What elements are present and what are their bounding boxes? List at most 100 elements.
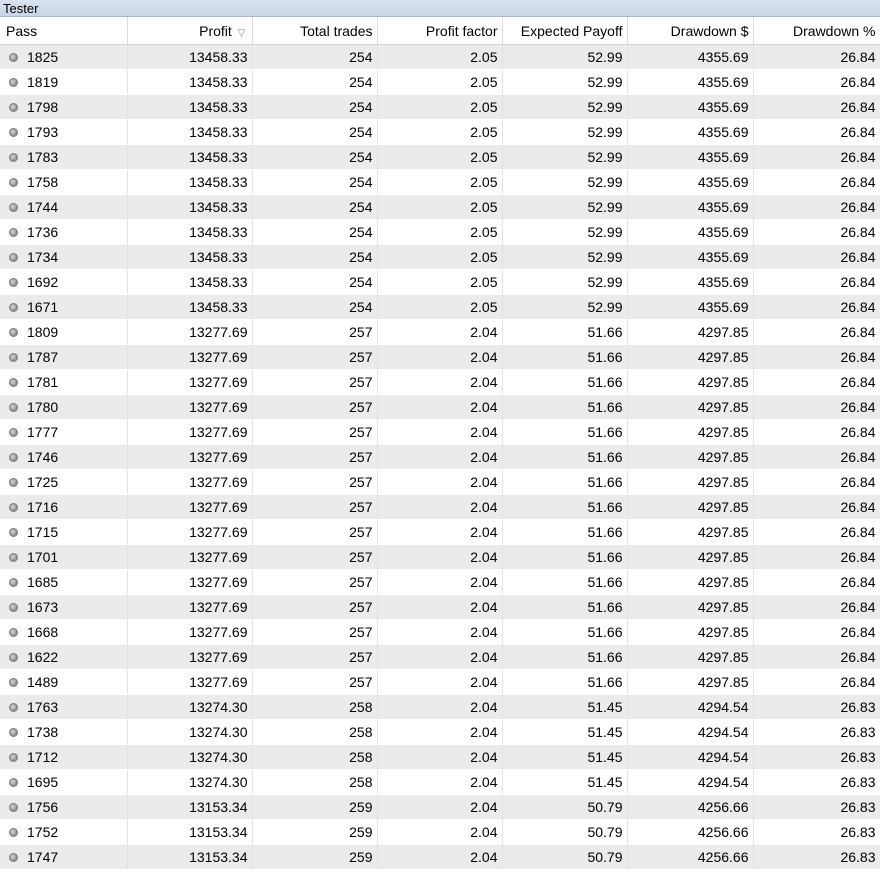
table-row[interactable]: 1622 13277.69 257 2.04 51.66 4297.85 26.84	[0, 644, 880, 670]
expected-payoff-cell: 51.45	[502, 719, 628, 745]
profit-cell: 13458.33	[127, 244, 253, 270]
table-row[interactable]: 1787 13277.69 257 2.04 51.66 4297.85 26.84	[0, 344, 880, 370]
column-header-total-trades[interactable]: Total trades	[252, 17, 378, 45]
table-row[interactable]: 1673 13277.69 257 2.04 51.66 4297.85 26.84	[0, 594, 880, 620]
total-trades-cell: 254	[252, 144, 378, 170]
drawdown-usd-cell: 4355.69	[627, 269, 754, 295]
drawdown-usd-cell: 4355.69	[627, 294, 754, 320]
table-row[interactable]: 1756 13153.34 259 2.04 50.79 4256.66 26.83	[0, 794, 880, 820]
table-row[interactable]: 1668 13277.69 257 2.04 51.66 4297.85 26.84	[0, 619, 880, 645]
table-row[interactable]: 1783 13458.33 254 2.05 52.99 4355.69 26.84	[0, 144, 880, 170]
table-row[interactable]: 1738 13274.30 258 2.04 51.45 4294.54 26.83	[0, 719, 880, 745]
profit-cell: 13153.34	[127, 819, 253, 845]
expected-payoff-cell: 52.99	[502, 94, 628, 120]
pass-cell: 1752	[0, 819, 128, 845]
pass-status-dot-icon	[9, 577, 18, 587]
table-row[interactable]: 1692 13458.33 254 2.05 52.99 4355.69 26.84	[0, 269, 880, 295]
pass-cell: 1671	[0, 294, 128, 320]
profit-cell: 13277.69	[127, 469, 253, 495]
expected-payoff-cell: 51.66	[502, 369, 628, 395]
profit-factor-cell: 2.04	[377, 719, 503, 745]
table-row[interactable]: 1671 13458.33 254 2.05 52.99 4355.69 26.84	[0, 294, 880, 320]
drawdown-usd-cell: 4297.85	[627, 369, 754, 395]
table-row[interactable]: 1734 13458.33 254 2.05 52.99 4355.69 26.84	[0, 244, 880, 270]
column-header-pass[interactable]: Pass	[0, 17, 128, 45]
table-row[interactable]: 1695 13274.30 258 2.04 51.45 4294.54 26.83	[0, 769, 880, 795]
expected-payoff-cell: 52.99	[502, 219, 628, 245]
drawdown-pct-cell: 26.83	[753, 769, 880, 795]
expected-payoff-cell: 51.66	[502, 619, 628, 645]
profit-factor-cell: 2.04	[377, 844, 503, 870]
table-row[interactable]: 1715 13277.69 257 2.04 51.66 4297.85 26.84	[0, 519, 880, 545]
profit-factor-cell: 2.04	[377, 819, 503, 845]
pass-cell: 1695	[0, 769, 128, 795]
pass-cell: 1783	[0, 144, 128, 170]
drawdown-usd-cell: 4297.85	[627, 394, 754, 420]
profit-factor-cell: 2.04	[377, 694, 503, 720]
table-row[interactable]: 1747 13153.34 259 2.04 50.79 4256.66 26.83	[0, 844, 880, 870]
table-row[interactable]: 1777 13277.69 257 2.04 51.66 4297.85 26.84	[0, 419, 880, 445]
drawdown-pct-cell: 26.84	[753, 594, 880, 620]
table-row[interactable]: 1780 13277.69 257 2.04 51.66 4297.85 26.84	[0, 394, 880, 420]
profit-factor-cell: 2.04	[377, 494, 503, 520]
drawdown-usd-cell: 4355.69	[627, 244, 754, 270]
window-title: Tester	[0, 0, 880, 17]
pass-status-dot-icon	[9, 377, 18, 387]
table-row[interactable]: 1716 13277.69 257 2.04 51.66 4297.85 26.84	[0, 494, 880, 520]
column-header-expected-payoff[interactable]: Expected Payoff	[502, 17, 628, 45]
table-row[interactable]: 1744 13458.33 254 2.05 52.99 4355.69 26.84	[0, 194, 880, 220]
pass-cell: 1489	[0, 669, 128, 695]
table-row[interactable]: 1793 13458.33 254 2.05 52.99 4355.69 26.84	[0, 119, 880, 145]
pass-cell: 1701	[0, 544, 128, 570]
table-row[interactable]: 1736 13458.33 254 2.05 52.99 4355.69 26.84	[0, 219, 880, 245]
total-trades-cell: 257	[252, 594, 378, 620]
drawdown-pct-cell: 26.84	[753, 244, 880, 270]
expected-payoff-cell: 51.66	[502, 394, 628, 420]
table-row[interactable]: 1819 13458.33 254 2.05 52.99 4355.69 26.84	[0, 69, 880, 95]
table-row[interactable]: 1712 13274.30 258 2.04 51.45 4294.54 26.83	[0, 744, 880, 770]
table-row[interactable]: 1701 13277.69 257 2.04 51.66 4297.85 26.84	[0, 544, 880, 570]
table-row[interactable]: 1746 13277.69 257 2.04 51.66 4297.85 26.84	[0, 444, 880, 470]
expected-payoff-cell: 51.66	[502, 494, 628, 520]
table-row[interactable]: 1809 13277.69 257 2.04 51.66 4297.85 26.84	[0, 319, 880, 345]
pass-number: 1701	[27, 549, 59, 565]
drawdown-usd-cell: 4297.85	[627, 569, 754, 595]
pass-number: 1489	[27, 674, 59, 690]
table-row[interactable]: 1758 13458.33 254 2.05 52.99 4355.69 26.84	[0, 169, 880, 195]
column-header-drawdown-pct[interactable]: Drawdown %	[753, 17, 880, 45]
column-header-profit-factor[interactable]: Profit factor	[377, 17, 503, 45]
profit-factor-cell: 2.05	[377, 294, 503, 320]
pass-number: 1825	[27, 49, 59, 65]
profit-cell: 13458.33	[127, 94, 253, 120]
table-row[interactable]: 1781 13277.69 257 2.04 51.66 4297.85 26.84	[0, 369, 880, 395]
table-row[interactable]: 1798 13458.33 254 2.05 52.99 4355.69 26.84	[0, 94, 880, 120]
total-trades-cell: 258	[252, 769, 378, 795]
drawdown-pct-cell: 26.84	[753, 444, 880, 470]
column-header-drawdown-usd[interactable]: Drawdown $	[627, 17, 754, 45]
table-row[interactable]: 1489 13277.69 257 2.04 51.66 4297.85 26.84	[0, 669, 880, 695]
table-row[interactable]: 1763 13274.30 258 2.04 51.45 4294.54 26.83	[0, 694, 880, 720]
pass-status-dot-icon	[9, 752, 18, 762]
drawdown-pct-cell: 26.83	[753, 819, 880, 845]
total-trades-cell: 254	[252, 269, 378, 295]
total-trades-cell: 254	[252, 244, 378, 270]
table-row[interactable]: 1752 13153.34 259 2.04 50.79 4256.66 26.83	[0, 819, 880, 845]
drawdown-pct-cell: 26.84	[753, 569, 880, 595]
profit-cell: 13277.69	[127, 394, 253, 420]
total-trades-cell: 254	[252, 194, 378, 220]
table-row[interactable]: 1685 13277.69 257 2.04 51.66 4297.85 26.84	[0, 569, 880, 595]
column-header-profit[interactable]: Profit ▽	[127, 17, 253, 45]
expected-payoff-cell: 51.66	[502, 344, 628, 370]
pass-status-dot-icon	[9, 152, 18, 162]
drawdown-pct-cell: 26.83	[753, 844, 880, 870]
table-row[interactable]: 1825 13458.33 254 2.05 52.99 4355.69 26.84	[0, 44, 880, 70]
pass-cell: 1668	[0, 619, 128, 645]
profit-cell: 13458.33	[127, 194, 253, 220]
pass-number: 1758	[27, 174, 59, 190]
pass-cell: 1758	[0, 169, 128, 195]
expected-payoff-cell: 52.99	[502, 44, 628, 70]
profit-cell: 13277.69	[127, 444, 253, 470]
pass-cell: 1736	[0, 219, 128, 245]
pass-number: 1738	[27, 724, 59, 740]
table-row[interactable]: 1725 13277.69 257 2.04 51.66 4297.85 26.84	[0, 469, 880, 495]
